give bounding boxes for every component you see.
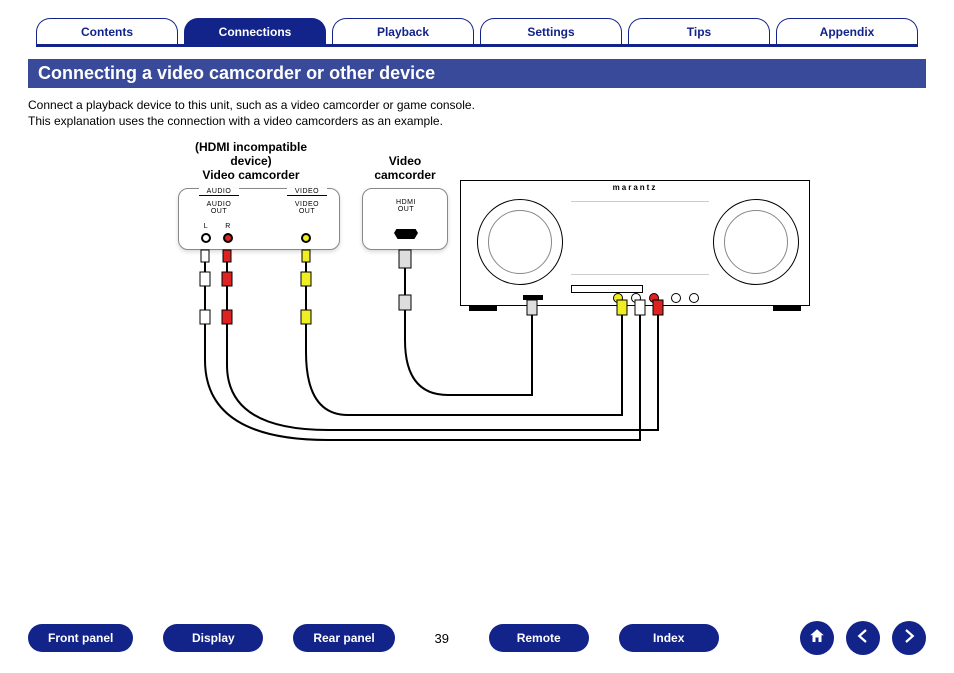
pill-remote[interactable]: Remote: [489, 624, 589, 652]
tab-underline: [36, 44, 918, 47]
tab-connections[interactable]: Connections: [184, 18, 326, 44]
home-icon: [808, 627, 826, 650]
front-jack-icon: [671, 293, 681, 303]
front-rca-red-icon: [649, 293, 659, 303]
tab-settings[interactable]: Settings: [480, 18, 622, 44]
tab-label: Contents: [81, 25, 133, 39]
rca-yellow-jack-icon: [301, 233, 311, 243]
prev-page-button[interactable]: [846, 621, 880, 655]
video-out-label: VIDEO OUT: [287, 201, 327, 215]
next-page-button[interactable]: [892, 621, 926, 655]
connection-diagram: (HDMI incompatible device) Video camcord…: [28, 140, 926, 470]
video-header: VIDEO: [287, 188, 327, 195]
device1-title: (HDMI incompatible device) Video camcord…: [176, 140, 326, 182]
slot-icon: [571, 285, 643, 293]
pill-rear-panel[interactable]: Rear panel: [293, 624, 394, 652]
tab-label: Appendix: [820, 25, 875, 39]
text-line: device): [176, 154, 326, 168]
l-label: L: [201, 223, 211, 230]
foot-icon: [469, 305, 497, 311]
audio-header: AUDIO: [199, 188, 239, 195]
arrow-right-icon: [900, 627, 918, 650]
text-line: Video camcorder: [176, 168, 326, 182]
text-line: camcorder: [360, 168, 450, 182]
intro-line: Connect a playback device to this unit, …: [28, 98, 926, 112]
bottom-nav: Front panel Display Rear panel 39 Remote…: [28, 621, 926, 655]
page-number: 39: [425, 631, 459, 646]
device2-box: HDMI OUT: [362, 188, 448, 250]
rca-red-jack-icon: [223, 233, 233, 243]
front-jack-icon: [689, 293, 699, 303]
device2-title: Video camcorder: [360, 154, 450, 182]
foot-icon: [773, 305, 801, 311]
intro-text: Connect a playback device to this unit, …: [28, 98, 926, 128]
knob-icon: [477, 199, 563, 285]
brand-label: marantz: [613, 183, 658, 192]
home-button[interactable]: [800, 621, 834, 655]
tab-label: Connections: [219, 25, 292, 39]
tab-playback[interactable]: Playback: [332, 18, 474, 44]
front-hdmi-icon: [523, 295, 543, 300]
front-rca-white-icon: [631, 293, 641, 303]
pill-front-panel[interactable]: Front panel: [28, 624, 133, 652]
arrow-left-icon: [854, 627, 872, 650]
text-line: (HDMI incompatible: [176, 140, 326, 154]
device1-box: AUDIO VIDEO AUDIO OUT VIDEO OUT L R: [178, 188, 340, 250]
tab-label: Tips: [687, 25, 711, 39]
front-rca-yellow-icon: [613, 293, 623, 303]
intro-line: This explanation uses the connection wit…: [28, 114, 926, 128]
r-label: R: [223, 223, 233, 230]
tab-appendix[interactable]: Appendix: [776, 18, 918, 44]
top-tab-bar: Contents Connections Playback Settings T…: [36, 18, 918, 44]
knob-icon: [713, 199, 799, 285]
rule-line: [287, 195, 327, 196]
rca-white-jack-icon: [201, 233, 211, 243]
receiver-unit: marantz: [460, 180, 810, 306]
section-title: Connecting a video camcorder or other de…: [28, 59, 926, 88]
audio-out-label: AUDIO OUT: [199, 201, 239, 215]
tab-contents[interactable]: Contents: [36, 18, 178, 44]
hdmi-out-label: HDMI OUT: [363, 199, 449, 213]
pill-display[interactable]: Display: [163, 624, 263, 652]
hdmi-port-icon: [394, 229, 418, 239]
panel-grid: [571, 201, 709, 275]
rule-line: [199, 195, 239, 196]
tab-tips[interactable]: Tips: [628, 18, 770, 44]
tab-label: Settings: [527, 25, 574, 39]
text-line: Video: [360, 154, 450, 168]
pill-index[interactable]: Index: [619, 624, 719, 652]
tab-label: Playback: [377, 25, 429, 39]
